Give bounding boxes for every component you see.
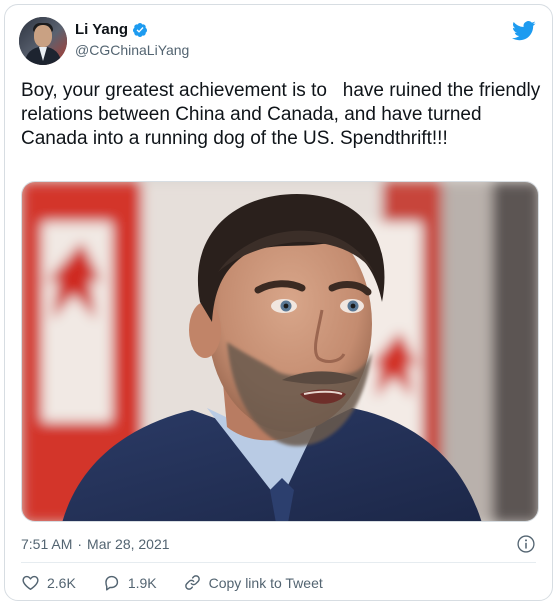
- verified-badge-icon: [133, 22, 148, 37]
- author-name-row[interactable]: Li Yang: [75, 21, 148, 38]
- twitter-bird-icon[interactable]: [512, 21, 536, 41]
- like-button[interactable]: 2.6K: [21, 573, 76, 592]
- reply-count: 1.9K: [127, 574, 157, 591]
- timestamp-separator: ·: [77, 536, 83, 552]
- author-display-name[interactable]: Li Yang: [75, 21, 128, 38]
- copy-link-button[interactable]: Copy link to Tweet: [183, 573, 323, 592]
- photo-image: [22, 182, 538, 521]
- link-icon: [184, 575, 200, 590]
- author-handle[interactable]: @CGChinaLiYang: [75, 42, 189, 58]
- tweet-timestamp[interactable]: 7:51 AM · Mar 28, 2021: [21, 536, 170, 552]
- heart-icon: [22, 575, 39, 590]
- tweet-actions: 2.6K 1.9K Copy link to Tweet: [21, 573, 349, 592]
- copy-link-label: Copy link to Tweet: [208, 574, 323, 591]
- reply-bubble-icon: [105, 575, 118, 591]
- tweet-time: 7:51 AM: [21, 536, 73, 552]
- avatar[interactable]: [19, 17, 67, 65]
- tweet-text: Boy, your greatest achievement is to hav…: [21, 80, 546, 149]
- like-count: 2.6K: [47, 574, 76, 591]
- info-icon[interactable]: [516, 534, 536, 554]
- reply-button[interactable]: 1.9K: [102, 573, 157, 592]
- tweet-photo[interactable]: [21, 181, 539, 522]
- actions-divider: [21, 562, 536, 563]
- tweet-card[interactable]: Li Yang @CGChinaLiYang Boy, your greates…: [4, 4, 553, 601]
- tweet-date: Mar 28, 2021: [87, 536, 170, 552]
